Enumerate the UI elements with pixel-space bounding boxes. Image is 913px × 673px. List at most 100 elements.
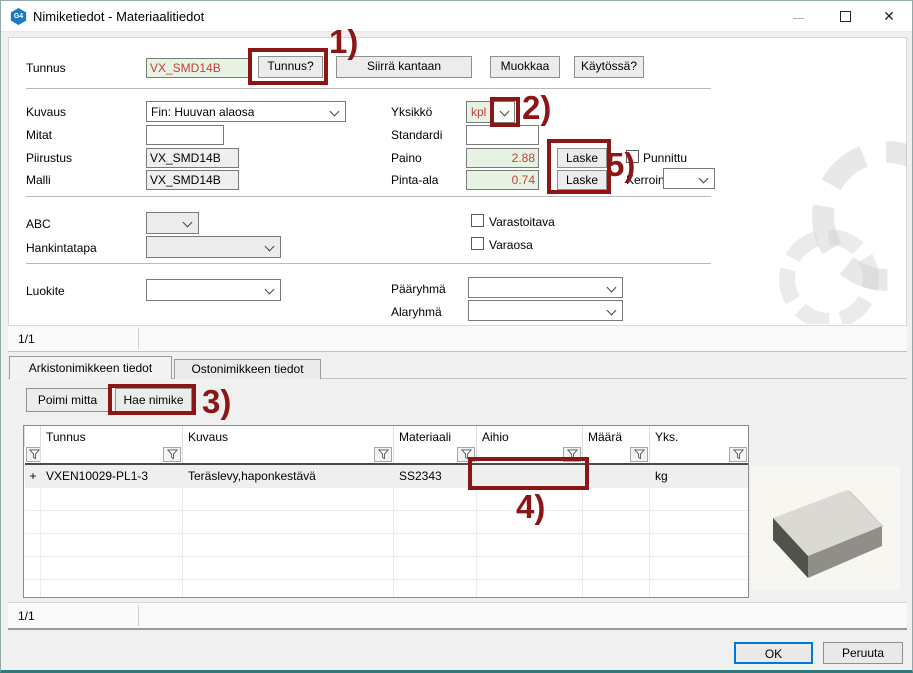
column-header-aihio[interactable]: Aihio	[477, 426, 583, 447]
chevron-down-icon	[607, 306, 617, 316]
varastoitava-label: Varastoitava	[489, 215, 555, 229]
part-3d-preview	[751, 466, 900, 590]
grid-empty-rows	[25, 487, 749, 598]
filter-icon[interactable]	[630, 447, 648, 462]
muokkaa-button[interactable]: Muokkaa	[490, 56, 560, 78]
alaryhma-label: Alaryhmä	[391, 305, 442, 319]
maximize-icon	[840, 11, 851, 22]
yksikko-select[interactable]: kpl	[466, 101, 493, 123]
hankintatapa-select[interactable]	[146, 236, 281, 258]
chevron-down-icon	[183, 218, 193, 228]
piirustus-input[interactable]	[146, 148, 239, 168]
filter-icon[interactable]	[729, 447, 747, 462]
kuvaus-selected-value: Fin: Huuvan alaosa	[151, 105, 254, 119]
varaosa-label: Varaosa	[489, 238, 533, 252]
chevron-down-icon	[607, 283, 617, 293]
form-status-bar: 1/1	[8, 325, 907, 352]
filter-icon[interactable]	[163, 447, 181, 462]
alaryhma-select[interactable]	[468, 300, 623, 321]
table-empty-row	[25, 533, 749, 556]
annotation-label-3: 3)	[202, 383, 231, 421]
window-title: Nimiketiedot - Materiaalitiedot	[33, 9, 204, 24]
row-tunnus-cell[interactable]: VXEN10029-PL1-3	[41, 464, 183, 487]
row-maara-cell[interactable]	[583, 464, 650, 487]
paino-label: Paino	[391, 151, 422, 165]
close-button[interactable]: ✕	[867, 1, 911, 32]
separator-line	[26, 88, 711, 89]
form-pager: 1/1	[18, 332, 35, 346]
filter-icon[interactable]	[457, 447, 475, 462]
material-table: Tunnus Kuvaus Materiaali Aihio Määrä Yks…	[23, 425, 749, 598]
table-empty-row	[25, 487, 749, 510]
status-divider	[138, 605, 139, 626]
laske-paino-button[interactable]: Laske	[557, 148, 607, 168]
table-empty-row	[25, 556, 749, 579]
hae-nimike-button[interactable]: Hae nimike	[115, 388, 192, 412]
filter-icon[interactable]	[563, 447, 581, 462]
row-expand-cell[interactable]: +	[25, 464, 41, 487]
pinta-ala-input[interactable]	[466, 170, 539, 190]
table-empty-row	[25, 510, 749, 533]
luokite-select[interactable]	[146, 279, 281, 301]
piirustus-label: Piirustus	[26, 151, 72, 165]
yksikko-selected-value: kpl	[471, 105, 486, 119]
table-empty-row	[25, 579, 749, 598]
paaryhma-label: Pääryhmä	[391, 282, 446, 296]
chevron-down-icon	[265, 242, 275, 252]
kaytossa-button[interactable]: Käytössä?	[574, 56, 644, 78]
abc-select[interactable]	[146, 212, 199, 234]
yksikko-dropdown-button[interactable]	[493, 101, 515, 123]
chevron-down-icon	[265, 285, 275, 295]
malli-input[interactable]	[146, 170, 239, 190]
laske-pinta-ala-button[interactable]: Laske	[557, 170, 607, 190]
maximize-button[interactable]	[823, 1, 867, 32]
punnittu-checkbox[interactable]	[626, 150, 639, 163]
table-header-row: Tunnus Kuvaus Materiaali Aihio Määrä Yks…	[25, 426, 749, 447]
tab-arkistonimikkeen-tiedot[interactable]: Arkistonimikkeen tiedot	[9, 356, 172, 379]
minimize-button[interactable]	[776, 1, 820, 32]
g4-app-icon: G4	[10, 8, 27, 25]
varaosa-checkbox[interactable]	[471, 237, 484, 250]
filter-icon[interactable]	[374, 447, 392, 462]
tunnus-question-button[interactable]: Tunnus?	[258, 56, 323, 78]
table-status-bar: 1/1	[8, 602, 907, 630]
yksikko-label: Yksikkö	[391, 105, 432, 119]
column-header-materiaali[interactable]: Materiaali	[394, 426, 477, 447]
mitat-label: Mitat	[26, 128, 52, 142]
row-yks-cell[interactable]: kg	[650, 464, 749, 487]
poimi-mitta-button[interactable]: Poimi mitta	[26, 388, 109, 412]
table-row[interactable]: + VXEN10029-PL1-3 Teräslevy,haponkestävä…	[25, 464, 749, 487]
paaryhma-select[interactable]	[468, 277, 623, 298]
column-header-maara[interactable]: Määrä	[583, 426, 650, 447]
kerroin-label: Kerroin	[626, 173, 665, 187]
kerroin-select[interactable]	[663, 168, 715, 189]
hankintatapa-label: Hankintatapa	[26, 241, 97, 255]
chevron-down-icon	[500, 107, 510, 117]
close-icon: ✕	[883, 8, 895, 24]
metal-block-image	[751, 466, 900, 590]
minimize-icon	[793, 18, 804, 19]
abc-label: ABC	[26, 217, 51, 231]
kuvaus-label: Kuvaus	[26, 105, 66, 119]
tab-ostonimikkeen-tiedot[interactable]: Ostonimikkeen tiedot	[174, 359, 321, 379]
kuvaus-select[interactable]: Fin: Huuvan alaosa	[146, 101, 346, 122]
material-form-panel	[8, 37, 907, 325]
table-filter-row	[25, 447, 749, 464]
tunnus-input[interactable]	[146, 58, 251, 78]
standardi-input[interactable]	[466, 125, 539, 145]
row-materiaali-cell[interactable]: SS2343	[394, 464, 477, 487]
varastoitava-checkbox[interactable]	[471, 214, 484, 227]
column-header-kuvaus[interactable]: Kuvaus	[183, 426, 394, 447]
column-header-tunnus[interactable]: Tunnus	[41, 426, 183, 447]
filter-icon[interactable]	[26, 447, 41, 462]
row-aihio-cell[interactable]	[477, 464, 583, 487]
peruuta-button[interactable]: Peruuta	[823, 642, 903, 664]
row-kuvaus-cell[interactable]: Teräslevy,haponkestävä	[183, 464, 394, 487]
column-header-yks[interactable]: Yks.	[650, 426, 749, 447]
ok-button[interactable]: OK	[734, 642, 813, 664]
tunnus-label: Tunnus	[26, 61, 66, 75]
paino-input[interactable]	[466, 148, 539, 168]
separator-line	[26, 263, 711, 264]
siirra-kantaan-button[interactable]: Siirrä kantaan	[336, 56, 472, 78]
mitat-input[interactable]	[146, 125, 224, 145]
